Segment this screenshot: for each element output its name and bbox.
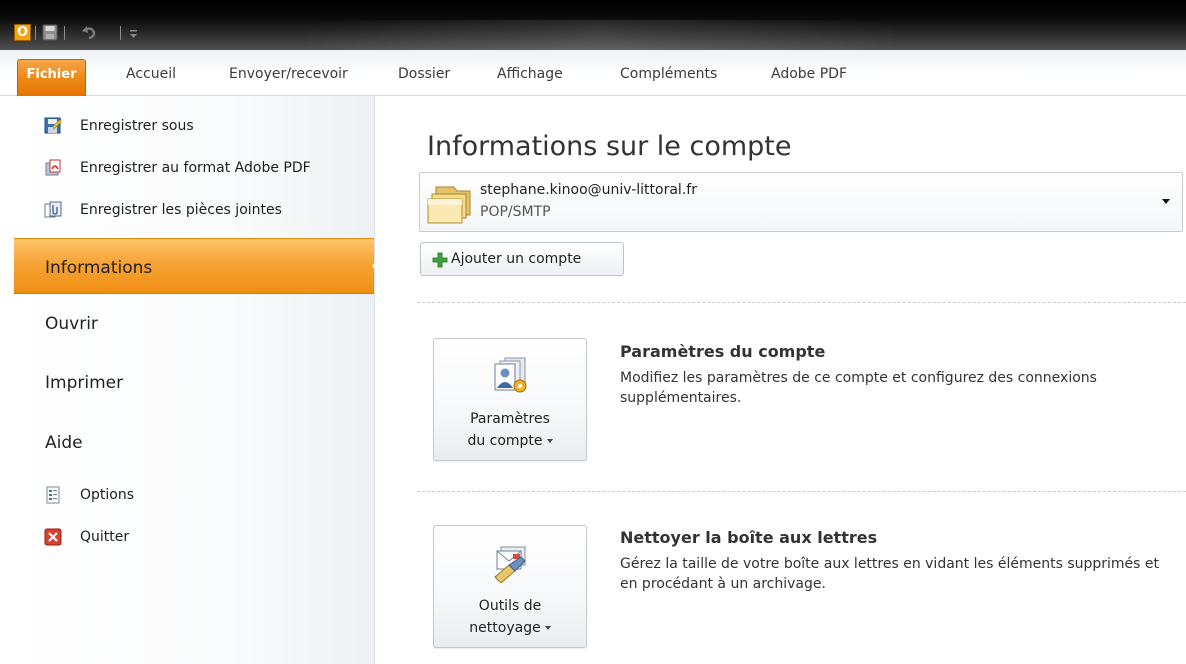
nav-save-adobe-pdf[interactable]: Enregistrer au format Adobe PDF <box>14 151 374 185</box>
mailbox-cleanup-description: Gérez la taille de votre boîte aux lettr… <box>620 556 1160 592</box>
nav-save-attachments-label: Enregistrer les pièces jointes <box>80 202 282 218</box>
nav-exit[interactable]: Quitter <box>14 520 374 554</box>
ribbon-tab-bar: Fichier Accueil Envoyer/recevoir Dossier… <box>0 50 1186 96</box>
add-account-button[interactable]: Ajouter un compte <box>420 242 624 276</box>
exit-icon <box>44 528 62 546</box>
account-info-panel: Informations sur le compte stephane.kino… <box>375 96 1186 664</box>
plus-icon <box>432 252 448 268</box>
mailbox-cleanup-title: Nettoyer la boîte aux lettres <box>620 528 878 547</box>
title-bar: O <box>0 0 1186 50</box>
mailbox-cleanup-icon <box>491 543 531 584</box>
save-icon[interactable] <box>42 24 58 41</box>
section-divider <box>417 491 1186 492</box>
account-settings-button[interactable]: Paramètres du compte <box>433 338 587 461</box>
nav-section-label: Imprimer <box>45 373 124 393</box>
tab-home[interactable]: Accueil <box>126 64 176 84</box>
nav-section-help[interactable]: Aide <box>14 414 374 470</box>
cleanup-tools-button-line2: nettoyage <box>434 618 586 638</box>
backstage-nav: Enregistrer sous Enregistrer au format A… <box>14 96 384 664</box>
tab-view[interactable]: Affichage <box>497 64 563 84</box>
tab-file[interactable]: Fichier <box>17 59 86 96</box>
account-settings-icon <box>491 356 531 396</box>
qat-separator <box>35 26 36 40</box>
nav-section-print[interactable]: Imprimer <box>14 354 374 410</box>
qat-separator <box>64 26 65 40</box>
tab-send-receive[interactable]: Envoyer/recevoir <box>229 64 348 84</box>
nav-section-label: Aide <box>45 433 83 453</box>
nav-options-label: Options <box>80 487 135 503</box>
page-title: Informations sur le compte <box>427 131 792 162</box>
tab-folder[interactable]: Dossier <box>398 64 450 84</box>
dropdown-caret-icon <box>546 439 553 443</box>
nav-save-adobe-pdf-label: Enregistrer au format Adobe PDF <box>80 160 311 176</box>
nav-section-label: Informations <box>45 258 153 278</box>
nav-save-attachments[interactable]: Enregistrer les pièces jointes <box>14 193 374 227</box>
cleanup-tools-button[interactable]: Outils de nettoyage <box>433 525 587 648</box>
account-email: stephane.kinoo@univ-littoral.fr <box>480 182 697 198</box>
chevron-down-icon[interactable] <box>1162 199 1170 204</box>
nav-save-as-label: Enregistrer sous <box>80 118 194 134</box>
account-settings-button-line2-text: du compte <box>467 433 543 449</box>
nav-options[interactable]: Options <box>14 478 374 512</box>
tab-adobe-pdf[interactable]: Adobe PDF <box>771 64 847 84</box>
title-bar-shine <box>300 20 900 50</box>
account-settings-button-line2: du compte <box>434 431 586 451</box>
nav-exit-label: Quitter <box>80 529 130 545</box>
qat-separator <box>120 26 121 40</box>
options-icon <box>44 486 62 504</box>
account-settings-button-line1: Paramètres <box>470 411 550 427</box>
account-settings-description: Modifiez les paramètres de ce compte et … <box>620 370 1097 406</box>
section-divider <box>417 302 1186 303</box>
nav-section-informations[interactable]: Informations <box>14 238 384 294</box>
account-selector[interactable]: stephane.kinoo@univ-littoral.fr POP/SMTP <box>419 172 1183 232</box>
account-type: POP/SMTP <box>480 204 551 220</box>
cleanup-tools-button-line2-text: nettoyage <box>469 620 541 636</box>
nav-section-label: Ouvrir <box>45 314 98 334</box>
outlook-logo-icon[interactable]: O <box>14 24 31 41</box>
account-folder-icon <box>426 181 474 225</box>
undo-icon[interactable] <box>80 24 98 41</box>
account-settings-title: Paramètres du compte <box>620 342 826 361</box>
cleanup-tools-button-line1: Outils de <box>478 598 542 614</box>
nav-save-as[interactable]: Enregistrer sous <box>14 109 374 143</box>
customize-qat-icon[interactable] <box>129 24 138 41</box>
save-as-icon <box>44 117 62 135</box>
tab-add-ins[interactable]: Compléments <box>620 64 717 84</box>
attachments-icon <box>44 201 62 219</box>
dropdown-caret-icon <box>544 626 551 630</box>
nav-section-open[interactable]: Ouvrir <box>14 295 374 351</box>
add-account-label: Ajouter un compte <box>451 251 582 267</box>
adobe-pdf-icon <box>44 159 62 177</box>
